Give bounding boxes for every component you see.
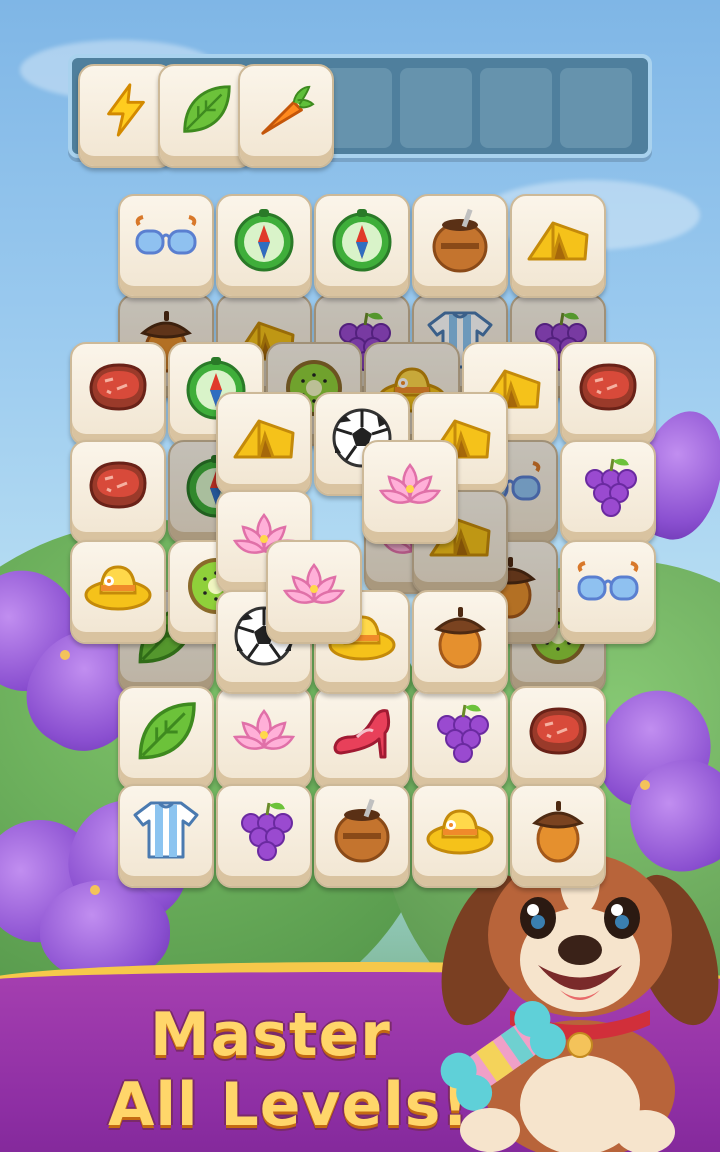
leaf-icon: [177, 81, 235, 139]
compass-icon: [327, 205, 397, 275]
tile[interactable]: [70, 440, 166, 544]
tile[interactable]: [216, 194, 312, 298]
jersey-icon: [131, 795, 201, 865]
leaf-icon: [131, 697, 201, 767]
grapes-icon: [425, 697, 495, 767]
sun-hat-icon: [425, 795, 495, 865]
lightning-icon: [97, 81, 155, 139]
tray-slot: [560, 68, 632, 148]
tile[interactable]: [314, 784, 410, 888]
tile[interactable]: [118, 194, 214, 298]
grapes-icon: [573, 451, 643, 521]
tile-tray: [68, 54, 652, 168]
tile[interactable]: [216, 392, 312, 496]
tent-icon: [523, 205, 593, 275]
steak-icon: [523, 697, 593, 767]
tile[interactable]: [560, 440, 656, 544]
high-heel-icon: [327, 697, 397, 767]
sunglasses-icon: [573, 551, 643, 621]
tray-tile: [238, 64, 334, 168]
tile[interactable]: [216, 784, 312, 888]
mate-cup-icon: [327, 795, 397, 865]
grapes-icon: [229, 795, 299, 865]
steak-icon: [83, 353, 153, 423]
tent-icon: [229, 403, 299, 473]
tile[interactable]: [412, 686, 508, 790]
tile[interactable]: [560, 540, 656, 644]
tile[interactable]: [70, 540, 166, 644]
mate-cup-icon: [425, 205, 495, 275]
steak-icon: [573, 353, 643, 423]
tile[interactable]: [70, 342, 166, 446]
tile[interactable]: [118, 686, 214, 790]
tile[interactable]: [510, 784, 606, 888]
tray-slot: [480, 68, 552, 148]
tile[interactable]: [412, 784, 508, 888]
compass-icon: [229, 205, 299, 275]
tile[interactable]: [314, 686, 410, 790]
tile[interactable]: [560, 342, 656, 446]
acorn-icon: [523, 795, 593, 865]
slogan-line-1: Master: [150, 1000, 391, 1070]
tile[interactable]: [266, 540, 362, 644]
tile[interactable]: [362, 440, 458, 544]
tile[interactable]: [510, 194, 606, 298]
game-screen: Master All Levels!: [0, 0, 720, 1152]
tile[interactable]: [216, 686, 312, 790]
sun-hat-icon: [83, 551, 153, 621]
slogan-line-2: All Levels!: [108, 1070, 470, 1140]
tile[interactable]: [118, 784, 214, 888]
tile[interactable]: [412, 590, 508, 694]
lotus-icon: [229, 697, 299, 767]
tile[interactable]: [314, 194, 410, 298]
lotus-icon: [279, 551, 349, 621]
carrot-icon: [257, 81, 315, 139]
lotus-icon: [375, 451, 445, 521]
tile[interactable]: [510, 686, 606, 790]
steak-icon: [83, 451, 153, 521]
tray-slot: [400, 68, 472, 148]
tile[interactable]: [412, 194, 508, 298]
sunglasses-icon: [131, 205, 201, 275]
acorn-icon: [425, 601, 495, 671]
